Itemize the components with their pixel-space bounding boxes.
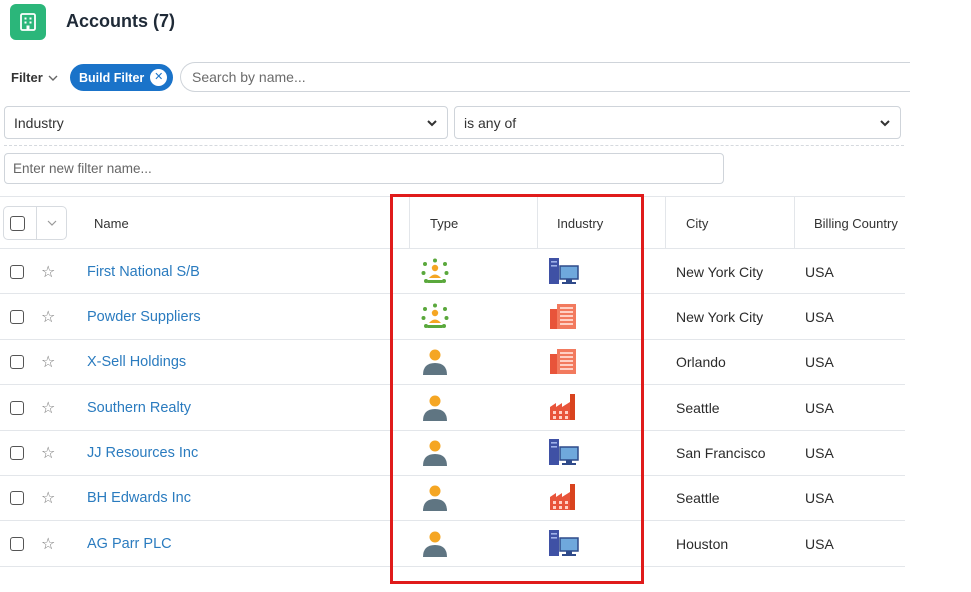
star-icon[interactable]: ☆ xyxy=(41,249,55,294)
computer-icon xyxy=(548,249,580,294)
chevron-down-icon[interactable] xyxy=(46,217,58,229)
building-icon xyxy=(10,4,46,40)
column-header-industry[interactable]: Industry xyxy=(557,197,603,249)
build-filter-chip[interactable]: Build Filter ✕ xyxy=(70,64,174,91)
table-row[interactable]: ☆ X-Sell Holdings Orlando USA xyxy=(0,340,905,386)
row-checkbox[interactable] xyxy=(10,340,24,385)
star-icon[interactable]: ☆ xyxy=(41,340,55,385)
close-icon[interactable]: ✕ xyxy=(150,69,168,86)
billing-country-cell: USA xyxy=(805,263,834,280)
field-select-value: Industry xyxy=(14,114,64,131)
filter-label: Filter xyxy=(11,70,43,85)
office-building-icon xyxy=(548,294,578,339)
table-row[interactable]: ☆ Southern Realty Seattle USA xyxy=(0,385,905,431)
field-select[interactable]: Industry xyxy=(4,106,448,139)
select-all-checkbox[interactable] xyxy=(10,215,25,231)
star-icon[interactable]: ☆ xyxy=(41,431,55,476)
city-cell: New York City xyxy=(676,308,764,325)
billing-country-cell: USA xyxy=(805,308,834,325)
row-checkbox[interactable] xyxy=(10,476,24,521)
divider xyxy=(4,145,904,146)
operator-select-value: is any of xyxy=(464,114,517,131)
star-icon[interactable]: ☆ xyxy=(41,521,55,566)
person-icon xyxy=(420,476,450,521)
accounts-table: Name Type Industry City Billing Country … xyxy=(0,196,905,567)
factory-icon xyxy=(548,385,578,430)
row-checkbox[interactable] xyxy=(10,385,24,430)
build-filter-label: Build Filter xyxy=(79,70,145,85)
person-icon xyxy=(420,431,450,476)
city-cell: San Francisco xyxy=(676,445,766,462)
filter-name-input[interactable] xyxy=(4,153,724,184)
row-checkbox[interactable] xyxy=(10,431,24,476)
column-header-name[interactable]: Name xyxy=(94,197,129,249)
operator-select[interactable]: is any of xyxy=(454,106,901,139)
city-cell: Seattle xyxy=(676,399,720,416)
table-body: ☆ First National S/B New York City USA ☆… xyxy=(0,249,905,567)
city-cell: Orlando xyxy=(676,354,726,371)
row-checkbox[interactable] xyxy=(10,294,24,339)
person-icon xyxy=(420,521,450,566)
search-input[interactable] xyxy=(180,62,910,92)
table-row[interactable]: ☆ Powder Suppliers New York City USA xyxy=(0,294,905,340)
billing-country-cell: USA xyxy=(805,354,834,371)
column-header-type[interactable]: Type xyxy=(430,197,458,249)
star-icon[interactable]: ☆ xyxy=(41,476,55,521)
group-icon xyxy=(420,249,450,294)
table-row[interactable]: ☆ JJ Resources Inc San Francisco USA xyxy=(0,431,905,476)
column-header-city[interactable]: City xyxy=(686,197,708,249)
chevron-down-icon xyxy=(880,119,890,126)
star-icon[interactable]: ☆ xyxy=(41,385,55,430)
star-icon[interactable]: ☆ xyxy=(41,294,55,339)
account-name-link[interactable]: AG Parr PLC xyxy=(87,521,172,566)
city-cell: Seattle xyxy=(676,490,720,507)
account-name-link[interactable]: BH Edwards Inc xyxy=(87,476,191,521)
office-building-icon xyxy=(548,340,578,385)
account-name-link[interactable]: First National S/B xyxy=(87,249,200,294)
account-name-link[interactable]: JJ Resources Inc xyxy=(87,431,198,476)
account-name-link[interactable]: Powder Suppliers xyxy=(87,294,201,339)
row-checkbox[interactable] xyxy=(10,521,24,566)
filter-dropdown[interactable]: Filter xyxy=(11,70,59,85)
table-row[interactable]: ☆ First National S/B New York City USA xyxy=(0,249,905,295)
table-header: Name Type Industry City Billing Country xyxy=(0,196,905,249)
city-cell: Houston xyxy=(676,535,729,552)
account-name-link[interactable]: Southern Realty xyxy=(87,385,191,430)
person-icon xyxy=(420,340,450,385)
billing-country-cell: USA xyxy=(805,399,834,416)
billing-country-cell: USA xyxy=(805,445,834,462)
page-title: Accounts (7) xyxy=(66,11,176,31)
table-row[interactable]: ☆ AG Parr PLC Houston USA xyxy=(0,521,905,567)
computer-icon xyxy=(548,521,580,566)
table-row[interactable]: ☆ BH Edwards Inc Seattle USA xyxy=(0,476,905,522)
row-checkbox[interactable] xyxy=(10,249,24,294)
chevron-down-icon xyxy=(427,119,437,126)
factory-icon xyxy=(548,476,578,521)
chevron-down-icon xyxy=(48,75,58,81)
computer-icon xyxy=(548,431,580,476)
group-icon xyxy=(420,294,450,339)
billing-country-cell: USA xyxy=(805,535,834,552)
column-header-billing-country[interactable]: Billing Country xyxy=(814,197,898,249)
person-icon xyxy=(420,385,450,430)
city-cell: New York City xyxy=(676,263,764,280)
account-name-link[interactable]: X-Sell Holdings xyxy=(87,340,186,385)
select-all-control[interactable] xyxy=(3,206,67,240)
billing-country-cell: USA xyxy=(805,490,834,507)
